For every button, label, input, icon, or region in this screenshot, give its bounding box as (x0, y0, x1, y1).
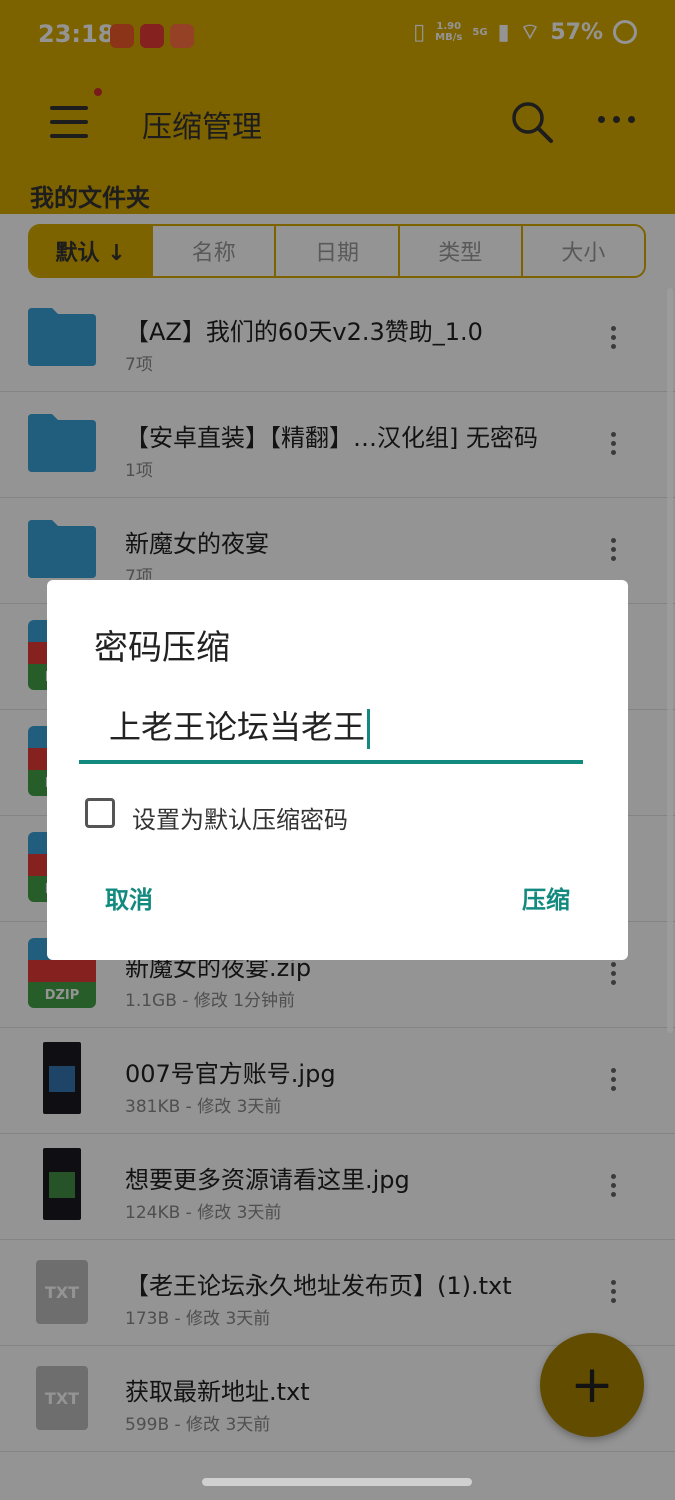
password-value: 上老王论坛当老王 (109, 708, 366, 746)
password-compress-dialog: 密码压缩 上老王论坛当老王 设置为默认压缩密码 取消 压缩 (47, 580, 628, 960)
text-caret (367, 709, 371, 749)
default-password-checkbox[interactable] (85, 798, 115, 828)
checkbox-label[interactable]: 设置为默认压缩密码 (132, 800, 348, 835)
compress-button[interactable]: 压缩 (522, 880, 570, 915)
dialog-title: 密码压缩 (94, 628, 230, 668)
home-indicator[interactable] (202, 1478, 472, 1486)
password-input[interactable]: 上老王论坛当老王 (79, 690, 583, 764)
cancel-button[interactable]: 取消 (105, 880, 153, 915)
scrollbar[interactable] (667, 288, 673, 1033)
